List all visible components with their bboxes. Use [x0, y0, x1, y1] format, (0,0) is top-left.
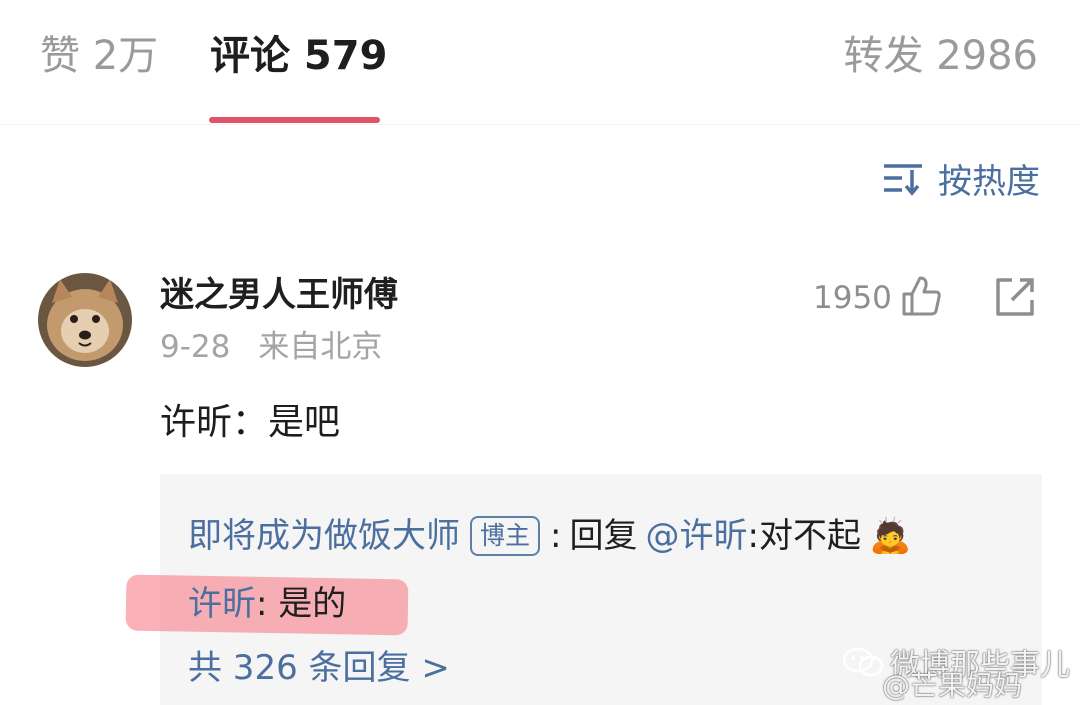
reply-mention[interactable]: @许昕 — [645, 512, 747, 560]
like-count: 1950 — [813, 280, 892, 316]
sort-button[interactable]: 按热度 — [882, 155, 1040, 202]
reply-content: 对不起 — [758, 516, 861, 556]
more-replies-link[interactable]: 共 326 条回复 > — [188, 644, 450, 692]
comment-date: 9-28 — [160, 329, 231, 365]
watermark-line2: @芒果妈妈 — [882, 669, 1023, 702]
bowing-emoji-icon: 🙇 — [868, 516, 912, 556]
tab-likes[interactable]: 赞 2万 — [40, 30, 158, 82]
wechat-icon — [842, 647, 884, 677]
sort-icon — [884, 164, 922, 196]
second-reply-user[interactable]: 许昕 — [188, 584, 256, 624]
reply-separator: : — [550, 516, 562, 556]
reply-word: 回复 — [569, 516, 638, 556]
second-reply-text: : 是的 — [256, 584, 347, 624]
reply-item: 即将成为做饭大师 博主 : 回复 @许昕 : 对不起 🙇 — [188, 512, 911, 560]
active-tab-indicator — [209, 117, 380, 123]
comment-username[interactable]: 迷之男人王师傅 — [160, 272, 398, 318]
divider — [0, 124, 1080, 125]
comment-meta: 9-28 来自北京 — [160, 326, 382, 368]
tab-bar: 赞 2万 评论 579 转发 2986 — [0, 0, 1080, 124]
tab-comments[interactable]: 评论 579 — [210, 30, 387, 82]
thumbs-up-icon[interactable] — [900, 274, 944, 318]
mention-colon: : — [747, 516, 759, 556]
comment-location: 来自北京 — [258, 329, 383, 365]
comment-text: 许昕：是吧 — [160, 402, 341, 443]
author-badge: 博主 — [470, 516, 541, 556]
sort-label: 按热度 — [938, 161, 1040, 202]
share-icon[interactable] — [994, 276, 1036, 318]
reply-item-second: 许昕: 是的 — [188, 580, 346, 628]
tab-reposts[interactable]: 转发 2986 — [843, 30, 1038, 82]
dog-avatar-icon — [38, 273, 132, 367]
avatar[interactable] — [38, 273, 132, 367]
reply-author[interactable]: 即将成为做饭大师 — [188, 512, 460, 560]
